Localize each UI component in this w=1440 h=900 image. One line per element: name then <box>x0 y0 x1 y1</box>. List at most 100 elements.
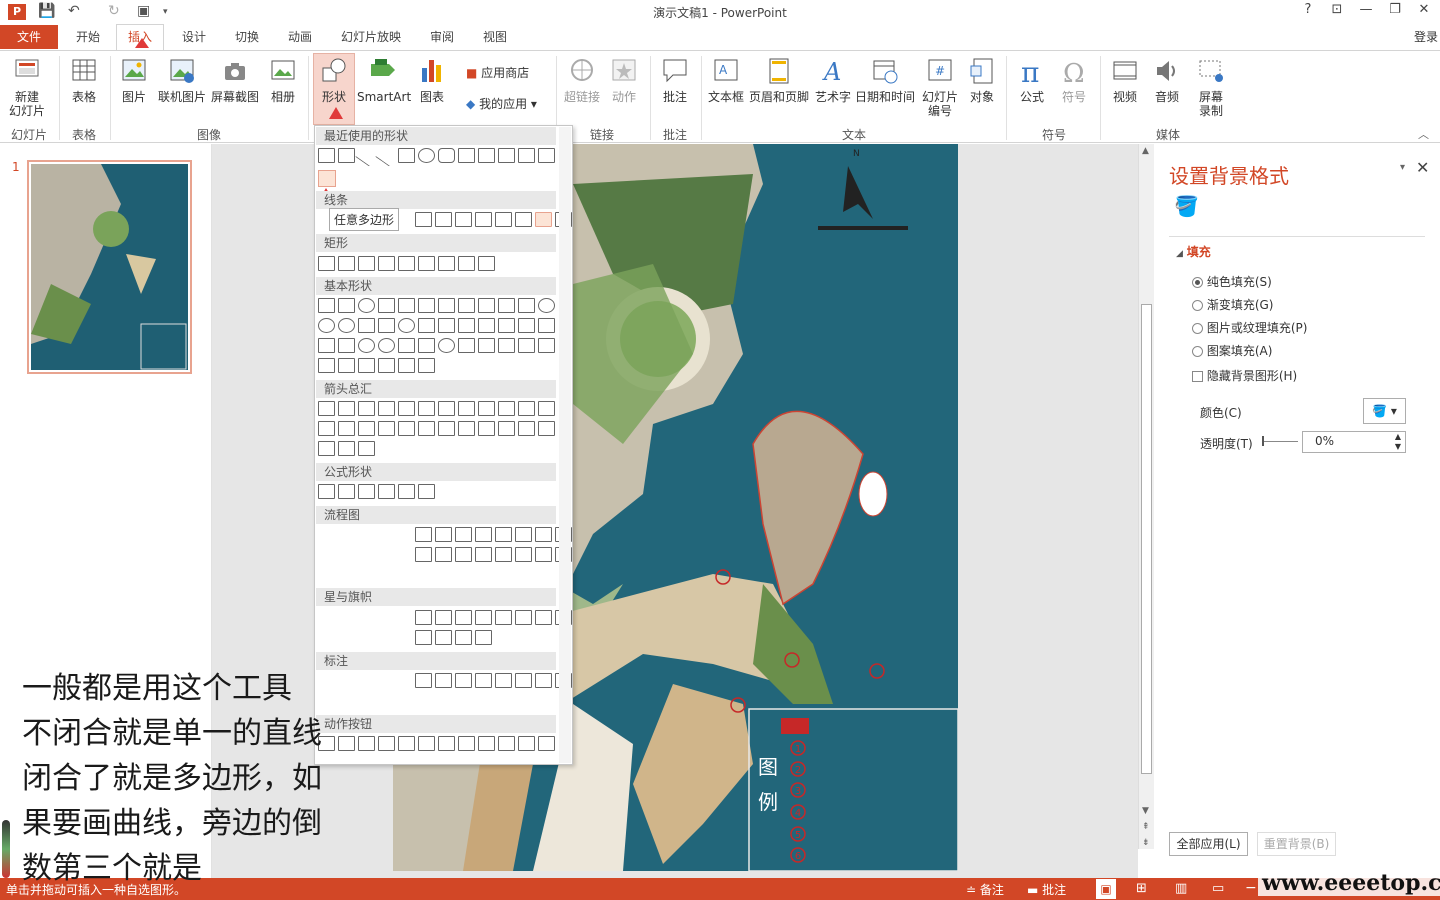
tab-slideshow[interactable]: 幻灯片放映 <box>341 28 401 45</box>
shape-item[interactable] <box>358 484 375 499</box>
shape-item[interactable] <box>378 318 395 333</box>
shape-item[interactable] <box>355 144 378 167</box>
spinner-icon[interactable]: ▲ ▼ <box>1395 432 1401 452</box>
signin-link[interactable]: 登录 <box>1414 28 1438 45</box>
shape-item[interactable] <box>498 736 515 751</box>
shape-item[interactable] <box>438 338 455 353</box>
shape-item[interactable] <box>538 421 555 436</box>
transparency-input[interactable]: 0% ▲ ▼ <box>1302 431 1406 453</box>
shape-item[interactable] <box>478 736 495 751</box>
screen-record-button[interactable]: 屏幕 录制 <box>1190 56 1232 118</box>
smartart-button[interactable]: SmartArt <box>357 56 411 104</box>
shape-item[interactable] <box>358 318 375 333</box>
shape-item[interactable] <box>318 256 335 271</box>
shape-item[interactable] <box>318 441 335 456</box>
shape-item[interactable] <box>535 212 552 227</box>
scroll-up-icon[interactable]: ▲ <box>1142 146 1149 156</box>
close-button[interactable]: ✕ <box>1410 2 1438 17</box>
comments-button[interactable]: ▬ 批注 <box>1027 881 1066 898</box>
shape-item[interactable] <box>535 547 552 562</box>
shape-item[interactable] <box>338 401 355 416</box>
restore-button[interactable]: ❐ <box>1381 2 1409 17</box>
tab-transitions[interactable]: 切换 <box>235 28 259 45</box>
shape-item[interactable] <box>338 484 355 499</box>
shape-item[interactable] <box>358 401 375 416</box>
shape-item[interactable] <box>338 441 355 456</box>
minimize-button[interactable]: — <box>1352 2 1380 17</box>
shape-item[interactable] <box>495 673 512 688</box>
shape-item[interactable] <box>478 338 495 353</box>
shape-item[interactable] <box>435 610 452 625</box>
shape-item[interactable] <box>478 421 495 436</box>
shape-item[interactable] <box>438 421 455 436</box>
help-button[interactable]: ? <box>1294 2 1322 17</box>
shape-item[interactable] <box>318 401 335 416</box>
reading-view-icon[interactable]: ▥ <box>1175 881 1187 896</box>
shape-item[interactable] <box>358 421 375 436</box>
shape-item[interactable] <box>518 148 535 163</box>
shape-item[interactable] <box>415 547 432 562</box>
shape-item[interactable] <box>475 630 492 645</box>
shape-item[interactable] <box>378 338 395 353</box>
shape-item[interactable] <box>515 212 532 227</box>
shape-item[interactable] <box>475 610 492 625</box>
shape-item[interactable] <box>338 358 355 373</box>
shape-item[interactable] <box>495 610 512 625</box>
shape-item[interactable] <box>535 673 552 688</box>
shape-item[interactable] <box>455 610 472 625</box>
shape-item[interactable] <box>438 148 455 163</box>
shape-item[interactable] <box>458 421 475 436</box>
tab-file[interactable]: 文件 <box>0 25 58 49</box>
shape-item[interactable] <box>378 298 395 313</box>
shape-item[interactable] <box>455 527 472 542</box>
shape-item[interactable] <box>498 148 515 163</box>
shape-item[interactable] <box>498 298 515 313</box>
slide-thumbnail[interactable] <box>27 160 192 374</box>
scroll-down-icon[interactable]: ▼ <box>1142 806 1149 816</box>
shape-item[interactable] <box>455 212 472 227</box>
shape-item[interactable] <box>358 256 375 271</box>
online-picture-button[interactable]: 联机图片 <box>156 56 208 104</box>
fill-section-header[interactable]: ◢ 填充 <box>1176 243 1211 260</box>
apply-all-button[interactable]: 全部应用(L) <box>1169 832 1248 856</box>
shape-item[interactable] <box>418 358 435 373</box>
zoom-out-icon[interactable]: − <box>1245 880 1257 896</box>
pane-options-icon[interactable]: ▾ <box>1400 162 1405 173</box>
shape-item[interactable] <box>518 421 535 436</box>
action-button[interactable]: 动作 <box>604 56 644 104</box>
shape-item[interactable] <box>435 212 452 227</box>
tab-home[interactable]: 开始 <box>76 28 100 45</box>
chart-button[interactable]: 图表 <box>412 56 452 104</box>
shape-item[interactable] <box>338 338 355 353</box>
shape-item[interactable] <box>415 610 432 625</box>
normal-view-icon[interactable]: ▣ <box>1096 879 1116 899</box>
shape-item[interactable] <box>498 338 515 353</box>
shapes-button[interactable]: 形状 <box>313 56 355 104</box>
tab-view[interactable]: 视图 <box>483 28 507 45</box>
shape-item[interactable] <box>318 298 335 313</box>
shape-item[interactable] <box>338 421 355 436</box>
shape-item[interactable] <box>438 736 455 751</box>
shape-item[interactable] <box>518 401 535 416</box>
shape-item[interactable] <box>418 148 435 163</box>
shape-item[interactable] <box>398 298 415 313</box>
shape-item[interactable] <box>458 256 475 271</box>
radio-solid-fill[interactable]: 纯色填充(S) <box>1192 273 1272 290</box>
shape-item[interactable] <box>478 256 495 271</box>
shape-item[interactable] <box>535 527 552 542</box>
shape-item[interactable] <box>518 736 535 751</box>
slide-sorter-icon[interactable]: ⊞ <box>1136 881 1147 896</box>
shape-item[interactable] <box>498 318 515 333</box>
vertical-scrollbar[interactable]: ▲ ▼ ⇞ ⇟ <box>1138 144 1154 849</box>
shape-item[interactable] <box>438 298 455 313</box>
shape-item[interactable] <box>518 298 535 313</box>
shape-item[interactable] <box>458 401 475 416</box>
shape-item[interactable] <box>418 736 435 751</box>
shape-item[interactable] <box>458 318 475 333</box>
freeform-shape-highlight[interactable] <box>318 170 336 187</box>
shape-item[interactable] <box>398 256 415 271</box>
shape-item[interactable] <box>518 338 535 353</box>
collapse-ribbon-icon[interactable]: ︿ <box>1418 126 1429 142</box>
store-button[interactable]: ■ 应用商店 <box>466 64 529 81</box>
shape-item[interactable] <box>458 298 475 313</box>
